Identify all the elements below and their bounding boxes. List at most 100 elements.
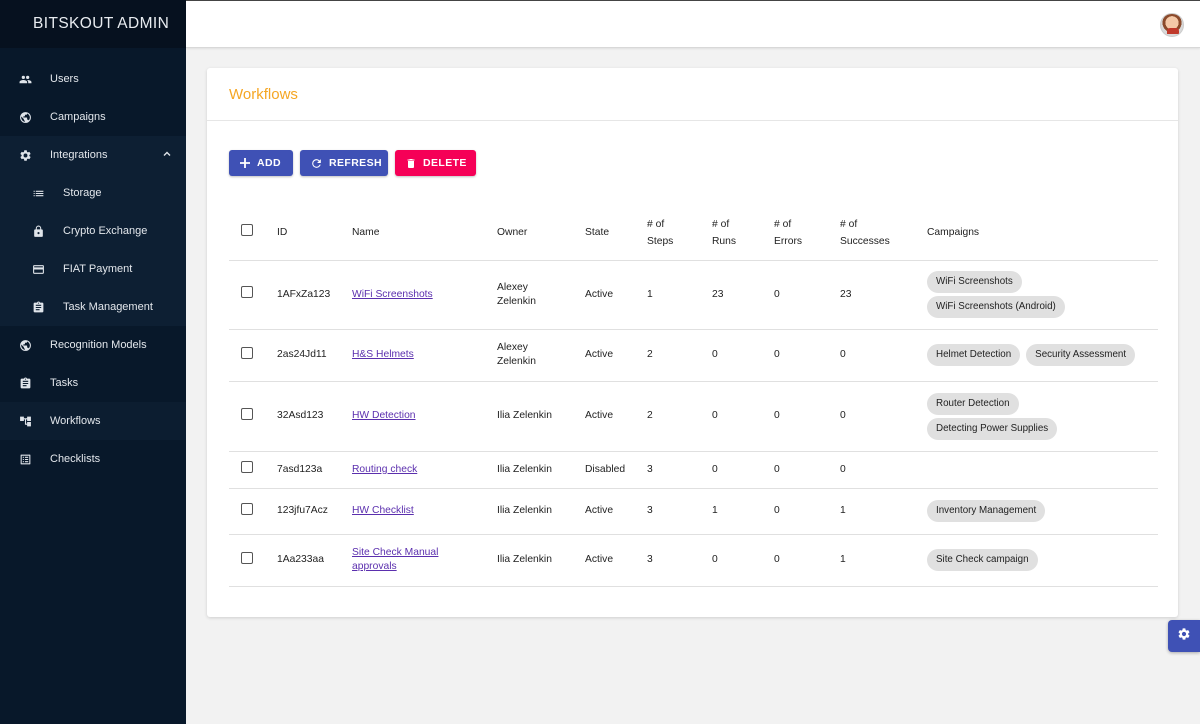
cell-owner: Alexey Zelenkin	[497, 329, 585, 382]
cell-successes: 1	[840, 534, 927, 587]
campaign-chip[interactable]: Detecting Power Supplies	[927, 417, 1058, 440]
refresh-button[interactable]: REFRESH	[300, 150, 388, 176]
sidebar-item-integrations[interactable]: Integrations	[0, 136, 186, 174]
sidebar-item-label: Checklists	[50, 453, 101, 465]
workflows-card: Workflows ADD REFRESH DELETE ID Name Own…	[207, 68, 1178, 617]
cell-campaigns: Helmet Detection Security Assessment	[927, 329, 1158, 382]
cell-id: 7asd123a	[277, 451, 352, 489]
sidebar-item-label: FIAT Payment	[63, 263, 133, 275]
lock-icon	[31, 224, 45, 238]
cell-successes: 0	[840, 381, 927, 452]
campaign-chip[interactable]: Inventory Management	[927, 500, 1046, 522]
header-campaigns: Campaigns	[927, 206, 1158, 261]
cell-campaigns	[927, 451, 1158, 489]
table-row[interactable]: 2as24Jd11 H&S Helmets Alexey Zelenkin Active…	[229, 329, 1158, 382]
select-all-checkbox[interactable]	[241, 223, 253, 236]
workflow-name-link[interactable]: WiFi Screenshots	[352, 289, 433, 300]
sidebar-item-label: Crypto Exchange	[63, 225, 148, 237]
list-icon	[31, 186, 45, 200]
cell-errors: 0	[774, 381, 840, 452]
user-avatar[interactable]	[1160, 13, 1184, 37]
sidebar-item-checklists[interactable]: Checklists	[0, 440, 186, 478]
workflow-name-link[interactable]: H&S Helmets	[352, 349, 414, 360]
table-row[interactable]: 1Aa233aa Site Check Manual approvals Ilia Z…	[229, 534, 1158, 587]
campaign-chip[interactable]: WiFi Screenshots (Android)	[927, 296, 1065, 318]
sidebar-item-users[interactable]: Users	[0, 60, 186, 98]
cell-state: Active	[585, 534, 647, 587]
gear-icon	[18, 148, 32, 162]
workflow-name-link[interactable]: Site Check Manual approvals	[352, 547, 438, 572]
row-checkbox[interactable]	[241, 502, 253, 515]
sidebar-item-fiat-payment[interactable]: FIAT Payment	[0, 250, 186, 288]
cell-campaigns: Router Detection Detecting Power Supplies	[927, 381, 1158, 452]
workflows-table: ID Name Owner State # of Steps # of Runs #…	[229, 206, 1158, 587]
cell-errors: 0	[774, 488, 840, 535]
sidebar-nav: Users Campaigns Integrations Storage Crypto …	[0, 60, 186, 478]
add-button[interactable]: ADD	[229, 150, 293, 176]
sidebar-item-crypto-exchange[interactable]: Crypto Exchange	[0, 212, 186, 250]
row-checkbox[interactable]	[241, 461, 253, 473]
add-button-label: ADD	[257, 157, 281, 169]
row-checkbox[interactable]	[241, 551, 253, 564]
delete-button[interactable]: DELETE	[395, 150, 476, 176]
table-row[interactable]: 7asd123a Routing check Ilia Zelenkin Disabl…	[229, 451, 1158, 489]
sidebar-item-campaigns[interactable]: Campaigns	[0, 98, 186, 136]
header-id: ID	[277, 206, 352, 261]
workflow-name-link[interactable]: HW Checklist	[352, 505, 414, 516]
clipboard-icon	[18, 376, 32, 390]
cell-owner: Ilia Zelenkin	[497, 381, 585, 452]
workflow-name-link[interactable]: HW Detection	[352, 410, 416, 421]
chevron-up-icon[interactable]	[162, 149, 172, 159]
campaign-chip[interactable]: Site Check campaign	[927, 549, 1038, 571]
header-name: Name	[352, 206, 497, 261]
sidebar-item-tasks[interactable]: Tasks	[0, 364, 186, 402]
campaign-chip[interactable]: Security Assessment	[1026, 344, 1136, 366]
people-icon	[18, 72, 32, 86]
sidebar-item-task-management[interactable]: Task Management	[0, 288, 186, 326]
title-divider	[207, 120, 1178, 121]
table-row[interactable]: 123jfu7Acz HW Checklist Ilia Zelenkin Activ…	[229, 488, 1158, 535]
cell-id: 2as24Jd11	[277, 329, 352, 382]
table-row[interactable]: 32Asd123 HW Detection Ilia Zelenkin Active 2…	[229, 381, 1158, 452]
table-row[interactable]: 1AFxZa123 WiFi Screenshots Alexey Zelenkin A…	[229, 260, 1158, 330]
sidebar-item-recognition-models[interactable]: Recognition Models	[0, 326, 186, 364]
cell-id: 1AFxZa123	[277, 260, 352, 330]
sidebar-item-label: Storage	[63, 187, 102, 199]
cell-runs: 23	[712, 260, 774, 330]
cell-state: Active	[585, 329, 647, 382]
cell-errors: 0	[774, 329, 840, 382]
sidebar-item-label: Tasks	[50, 377, 79, 389]
header-errors: # of Errors	[774, 206, 840, 261]
cell-campaigns: WiFi Screenshots WiFi Screenshots (Androi…	[927, 260, 1158, 330]
delete-button-label: DELETE	[423, 157, 467, 169]
cell-id: 123jfu7Acz	[277, 488, 352, 535]
cell-runs: 0	[712, 534, 774, 587]
campaign-chip[interactable]: WiFi Screenshots	[927, 271, 1022, 293]
sidebar-item-label: Campaigns	[50, 111, 106, 123]
campaign-chip[interactable]: Helmet Detection	[927, 344, 1021, 366]
cell-state: Active	[585, 488, 647, 535]
cell-runs: 1	[712, 488, 774, 535]
refresh-icon	[310, 156, 323, 170]
cell-successes: 1	[840, 488, 927, 535]
row-checkbox[interactable]	[241, 286, 253, 298]
workflow-name-link[interactable]: Routing check	[352, 464, 417, 475]
trash-icon	[405, 156, 417, 170]
sidebar-item-label: Users	[50, 73, 79, 85]
campaign-chip[interactable]: Router Detection	[927, 392, 1019, 415]
sidebar-item-label: Task Management	[63, 301, 153, 313]
cell-owner: Alexey Zelenkin	[497, 260, 585, 330]
settings-fab[interactable]	[1168, 620, 1200, 652]
cell-errors: 0	[774, 451, 840, 489]
row-checkbox[interactable]	[241, 346, 253, 359]
row-checkbox[interactable]	[241, 407, 253, 420]
cell-runs: 0	[712, 381, 774, 452]
cell-steps: 2	[647, 381, 712, 452]
cell-steps: 3	[647, 488, 712, 535]
sidebar-item-workflows[interactable]: Workflows	[0, 402, 186, 440]
sidebar-item-storage[interactable]: Storage	[0, 174, 186, 212]
cell-campaigns: Inventory Management	[927, 488, 1158, 535]
cell-successes: 0	[840, 451, 927, 489]
sidebar: BITSKOUT ADMIN Users Campaigns Integration…	[0, 0, 186, 724]
cell-id: 1Aa233aa	[277, 534, 352, 587]
